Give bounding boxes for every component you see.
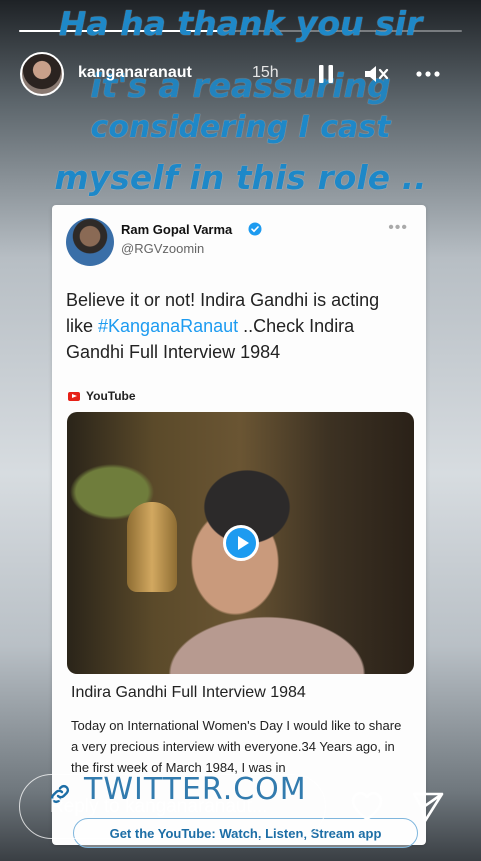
tweet-text: Believe it or not! Indira Gandhi is acti…	[66, 287, 411, 365]
volume-muted-icon[interactable]	[360, 58, 392, 90]
caption-line-4: myself in this role ..	[54, 158, 427, 197]
video-title: Indira Gandhi Full Interview 1984	[71, 684, 306, 701]
caption-line-3: considering I cast	[90, 110, 391, 145]
tweet-hashtag: #KanganaRanaut	[98, 316, 239, 336]
heart-icon[interactable]	[349, 788, 385, 824]
caption-line-1: Ha ha thank you sir	[58, 4, 423, 43]
tweet-author-name: Ram Gopal Varma	[121, 222, 233, 237]
story-header: kanganaranaut 15h	[20, 52, 465, 96]
youtube-icon	[68, 391, 80, 401]
story-username[interactable]: kanganaranaut	[78, 64, 192, 82]
link-source: YouTube	[68, 388, 136, 404]
link-source-label: YouTube	[86, 389, 136, 403]
more-horizontal-icon[interactable]	[412, 58, 444, 90]
send-icon[interactable]	[411, 790, 445, 824]
tweet-author-handle: @RGVzoomin	[121, 241, 205, 256]
pause-icon[interactable]	[310, 58, 342, 90]
tweet-card: Ram Gopal Varma @RGVzoomin ••• Believe i…	[52, 205, 426, 845]
tweet-more-icon: •••	[388, 219, 408, 236]
tweet-author-avatar	[66, 218, 114, 266]
play-icon	[223, 525, 259, 561]
video-thumbnail	[67, 412, 414, 674]
profile-avatar[interactable]	[20, 52, 64, 96]
video-background-vase	[127, 502, 177, 592]
story-timestamp: 15h	[252, 64, 279, 81]
verified-badge-icon	[248, 222, 262, 236]
story-viewer: Ha ha thank you sir it's a reassuring co…	[0, 0, 481, 861]
reply-input[interactable]: Reply to kanganaranaut...	[19, 774, 326, 839]
video-description: Today on International Women's Day I wou…	[71, 718, 402, 775]
